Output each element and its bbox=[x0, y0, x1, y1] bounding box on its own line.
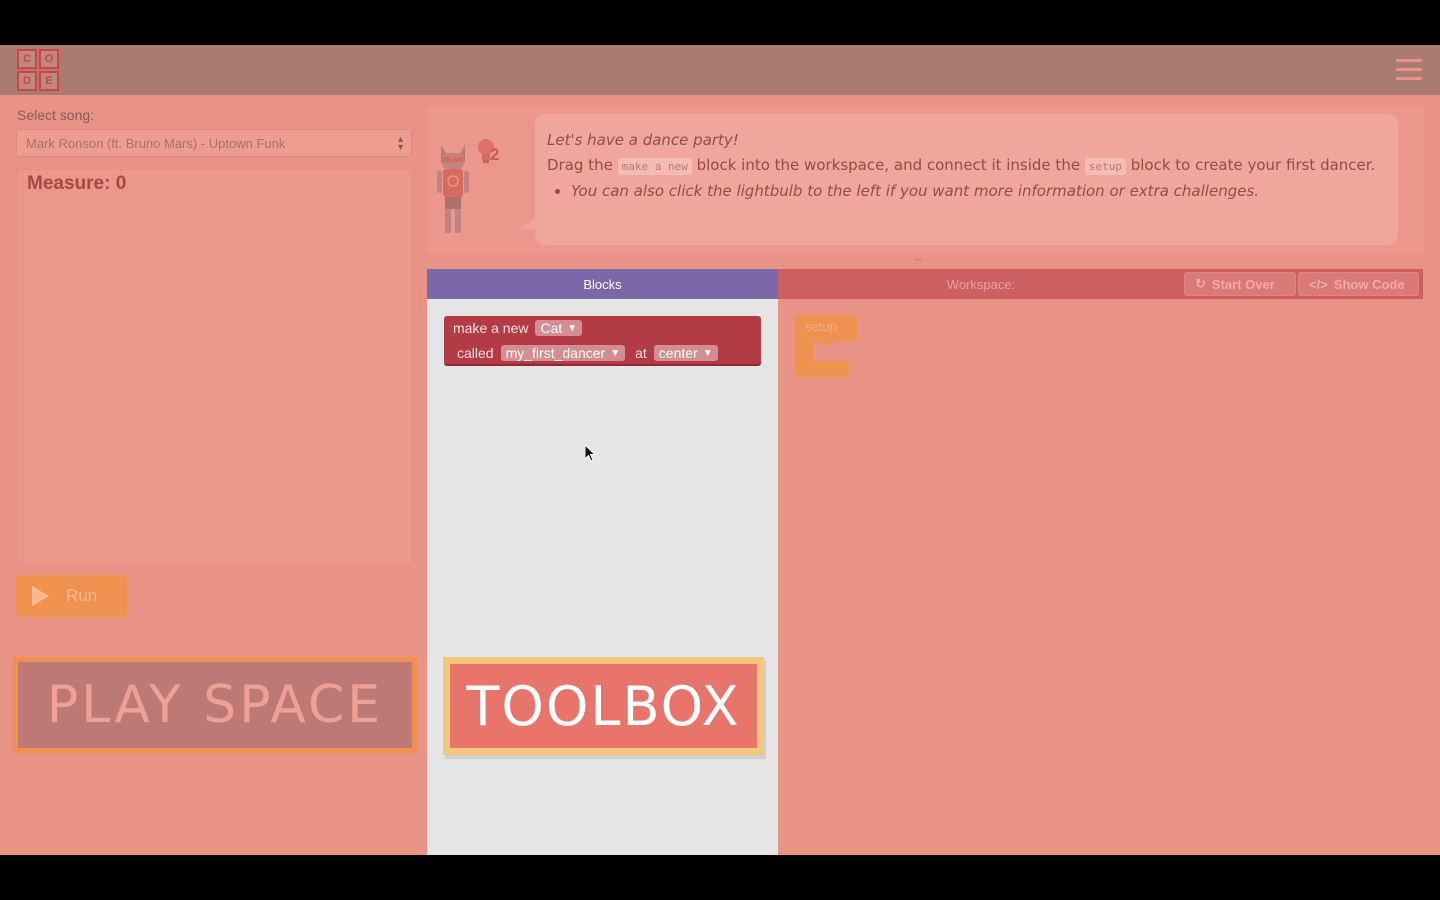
code-icon: </> bbox=[1309, 276, 1328, 292]
block-make-label: make a new bbox=[453, 320, 529, 336]
block-row-2: called my_first_dancer ▼ at center ▼ bbox=[457, 345, 718, 361]
reset-icon: ↻ bbox=[1195, 276, 1206, 291]
instructions-intro: Let's have a dance party! bbox=[547, 131, 739, 149]
instructions-speech-bubble: Let's have a dance party! Drag the make … bbox=[535, 114, 1398, 245]
logo-letter: D bbox=[17, 71, 37, 91]
select-arrows-icon: ▲ ▼ bbox=[396, 134, 405, 152]
block-called-label: called bbox=[457, 345, 494, 361]
vertical-resize-handle[interactable]: • • • bbox=[418, 292, 421, 312]
setup-block[interactable]: setup bbox=[795, 315, 857, 377]
dancer-name-dropdown[interactable]: my_first_dancer ▼ bbox=[500, 345, 626, 361]
show-code-button[interactable]: </> Show Code bbox=[1298, 272, 1419, 296]
logo-letter: O bbox=[39, 49, 59, 69]
position-dropdown[interactable]: center ▼ bbox=[653, 345, 718, 361]
instructions-bullet: You can also click the lightbulb to the … bbox=[571, 179, 1386, 203]
measure-counter: Measure: 0 bbox=[27, 173, 127, 194]
horizontal-resize-handle[interactable]: ••• bbox=[914, 255, 922, 266]
header-bar: C O D E bbox=[0, 45, 1440, 95]
play-icon bbox=[32, 586, 49, 606]
letterbox-bottom bbox=[0, 855, 1440, 900]
make-a-new-block[interactable]: make a new Cat ▼ called my_first_dancer ▼ … bbox=[444, 316, 761, 366]
cat-avatar-icon bbox=[437, 145, 469, 233]
workspace-header: Workspace: ↻ Start Over </> Show Code bbox=[778, 269, 1423, 299]
song-select-label: Select song: bbox=[17, 107, 95, 123]
app-root: C O D E Select song: Mark Ronson (ft. Br… bbox=[0, 45, 1440, 855]
run-button[interactable]: Run bbox=[16, 575, 127, 617]
hamburger-menu-icon[interactable] bbox=[1396, 59, 1422, 81]
instructions-bullets: You can also click the lightbulb to the … bbox=[571, 179, 1386, 203]
show-code-label: Show Code bbox=[1333, 276, 1405, 292]
dancer-type-dropdown[interactable]: Cat ▼ bbox=[535, 320, 583, 336]
start-over-label: Start Over bbox=[1211, 276, 1275, 292]
song-select-dropdown[interactable]: Mark Ronson (ft. Bruno Mars) - Uptown Fu… bbox=[16, 129, 412, 157]
logo-letter: C bbox=[17, 49, 37, 69]
toolbox-panel: make a new Cat ▼ called my_first_dancer ▼ … bbox=[427, 299, 778, 855]
block-at-label: at bbox=[635, 345, 647, 361]
workspace-area: setup bbox=[778, 299, 1423, 855]
code-make-a-new: make a new bbox=[617, 158, 692, 175]
toolbox-callout: TOOLBOX bbox=[443, 657, 764, 755]
dropdown-arrow-icon: ▼ bbox=[702, 347, 713, 359]
run-button-label: Run bbox=[66, 586, 98, 605]
dropdown-arrow-icon: ▼ bbox=[567, 322, 578, 334]
tab-blocks[interactable]: Blocks bbox=[427, 269, 778, 299]
workspace-label: Workspace: bbox=[946, 276, 1016, 292]
hint-count: 2 bbox=[490, 145, 500, 164]
play-space-panel: Select song: Mark Ronson (ft. Bruno Mars… bbox=[0, 95, 427, 855]
block-row-1: make a new Cat ▼ bbox=[453, 320, 583, 336]
setup-block-label: setup bbox=[805, 319, 837, 334]
code-setup: setup bbox=[1084, 158, 1126, 175]
instructions-body: Drag the make a new block into the works… bbox=[547, 156, 1376, 175]
mouse-cursor-icon bbox=[585, 445, 597, 462]
song-select-value: Mark Ronson (ft. Bruno Mars) - Uptown Fu… bbox=[26, 136, 286, 151]
dropdown-arrow-icon: ▼ bbox=[610, 347, 621, 359]
dance-stage: Measure: 0 bbox=[16, 169, 413, 565]
editor-header: Blocks Workspace: ↻ Start Over </> Show … bbox=[427, 269, 1423, 299]
logo-letter: E bbox=[39, 71, 59, 91]
play-space-callout-text: PLAY SPACE bbox=[46, 675, 384, 735]
lightbulb-hint-icon[interactable]: 2 bbox=[475, 137, 511, 169]
code-org-logo[interactable]: C O D E bbox=[17, 49, 59, 91]
start-over-button[interactable]: ↻ Start Over bbox=[1184, 272, 1296, 296]
play-space-callout: PLAY SPACE bbox=[13, 657, 417, 753]
instructions-panel: 2 Let's have a dance party! Drag the mak… bbox=[427, 107, 1423, 253]
letterbox-top bbox=[0, 0, 1440, 45]
toolbox-callout-text: TOOLBOX bbox=[466, 674, 741, 738]
